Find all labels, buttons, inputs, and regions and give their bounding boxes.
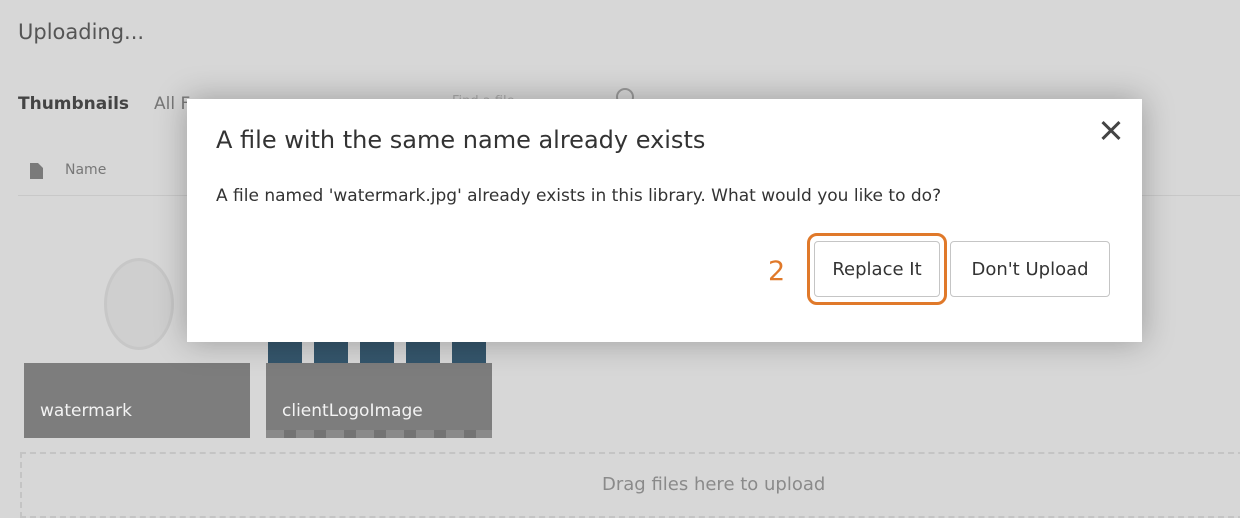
tab-thumbnails[interactable]: Thumbnails (18, 94, 129, 114)
file-tile-watermark[interactable]: watermark (24, 363, 250, 438)
document-icon (30, 163, 43, 179)
tab-all-files[interactable]: All F (154, 94, 190, 114)
tile-image-strip (266, 430, 492, 438)
name-column-label: Name (65, 162, 107, 178)
upload-status: Uploading... (18, 20, 145, 44)
close-icon[interactable] (1097, 117, 1125, 145)
file-tile-name: clientLogoImage (282, 401, 423, 421)
dropzone-text: Drag files here to upload (602, 474, 826, 495)
file-exists-dialog: A file with the same name already exists… (187, 99, 1142, 342)
file-tile-client-logo[interactable]: clientLogoImage (266, 363, 492, 438)
replace-it-button[interactable]: Replace It (814, 241, 940, 297)
watermark-thumbnail-image (104, 258, 174, 350)
dialog-message: A file named 'watermark.jpg' already exi… (216, 186, 942, 206)
dont-upload-button[interactable]: Don't Upload (950, 241, 1110, 297)
file-tile-name: watermark (40, 401, 132, 421)
step-number: 2 (768, 256, 786, 287)
dialog-title: A file with the same name already exists (216, 126, 706, 154)
